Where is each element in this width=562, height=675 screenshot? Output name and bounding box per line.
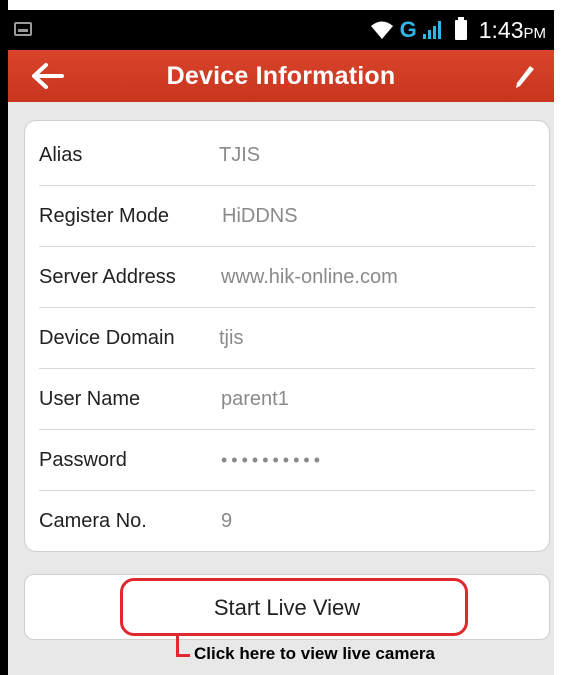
field-row-device-domain: Device Domain tjis bbox=[39, 308, 535, 369]
field-value: www.hik-online.com bbox=[221, 266, 398, 288]
status-bar: G 1:43PM bbox=[8, 10, 554, 50]
page-title: Device Information bbox=[166, 62, 396, 90]
field-value: TJIS bbox=[219, 144, 261, 166]
status-indicators: G 1:43PM bbox=[370, 16, 546, 44]
field-row-alias: Alias TJIS bbox=[39, 125, 535, 186]
field-label: Alias bbox=[39, 144, 83, 166]
main-content: Alias TJIS Register Mode HiDDNS Server A… bbox=[8, 102, 554, 675]
annotation-pointer-tail bbox=[176, 654, 190, 657]
field-label: User Name bbox=[39, 388, 141, 410]
field-row-camera-no: Camera No. 9 bbox=[39, 491, 535, 551]
pencil-icon[interactable] bbox=[512, 62, 538, 90]
battery-icon bbox=[454, 17, 467, 40]
clock: 1:43PM bbox=[479, 17, 546, 44]
field-label: Device Domain bbox=[39, 327, 175, 349]
network-type-label: G bbox=[399, 17, 417, 42]
field-label: Server Address bbox=[39, 266, 176, 288]
field-label: Password bbox=[39, 449, 127, 471]
screenshot-thumbnail-icon bbox=[14, 22, 32, 36]
field-value: tjis bbox=[219, 327, 244, 349]
field-row-server-address: Server Address www.hik-online.com bbox=[39, 247, 535, 308]
clock-ampm: PM bbox=[523, 24, 547, 42]
frame-left bbox=[0, 0, 8, 675]
field-label: Camera No. bbox=[39, 510, 147, 532]
wifi-icon bbox=[370, 21, 393, 39]
frame-top bbox=[0, 0, 562, 10]
signal-icon bbox=[422, 21, 441, 39]
annotation-highlight bbox=[120, 578, 468, 636]
field-value: 9 bbox=[221, 510, 233, 532]
annotation-text: Click here to view live camera bbox=[194, 644, 435, 663]
clock-time: 1:43 bbox=[478, 16, 524, 43]
field-value: parent1 bbox=[221, 388, 289, 410]
field-row-register-mode: Register Mode HiDDNS bbox=[39, 186, 535, 247]
field-row-password: Password •••••••••• bbox=[39, 430, 535, 491]
field-value: •••••••••• bbox=[221, 450, 325, 470]
annotation-pointer bbox=[176, 636, 179, 656]
field-row-user-name: User Name parent1 bbox=[39, 369, 535, 430]
field-label: Register Mode bbox=[39, 205, 170, 227]
app-header: Device Information bbox=[8, 50, 554, 102]
device-info-card: Alias TJIS Register Mode HiDDNS Server A… bbox=[24, 120, 550, 552]
field-value: HiDDNS bbox=[222, 205, 298, 227]
